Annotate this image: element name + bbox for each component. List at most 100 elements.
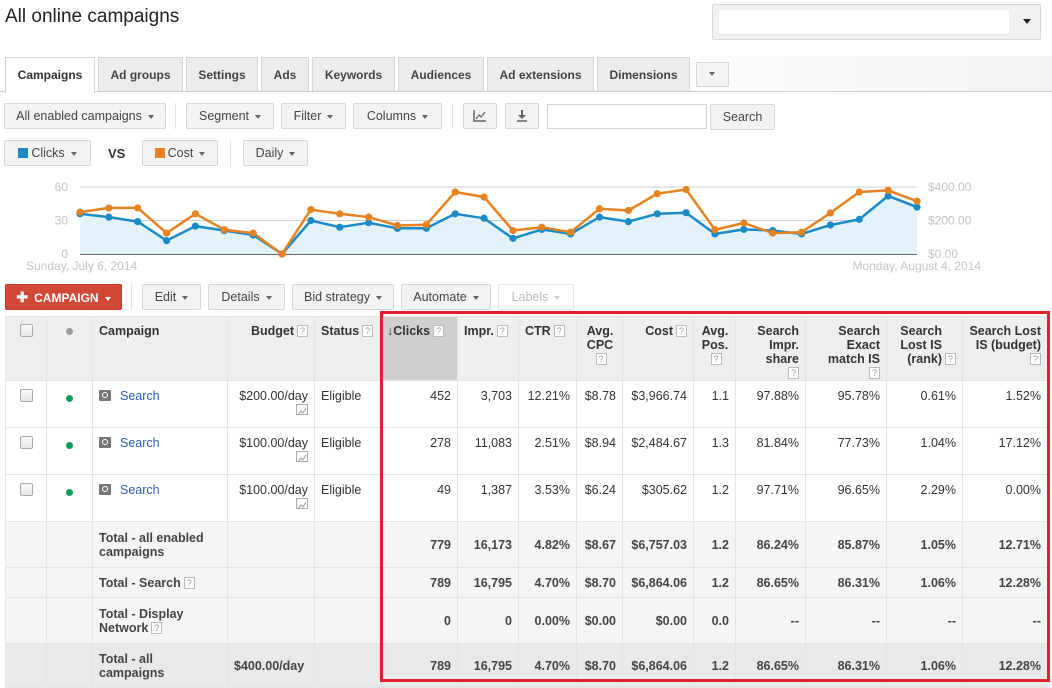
- help-icon[interactable]: ?: [710, 353, 722, 365]
- total-row: Total - Search? 789 16,795 4.70% $8.70 $6,864…: [5, 567, 1048, 598]
- status-dot-header[interactable]: [46, 316, 93, 381]
- column-header-search-impr-share[interactable]: Search Impr. share?: [735, 316, 806, 381]
- help-icon[interactable]: ?: [183, 576, 195, 589]
- edit-dropdown[interactable]: Edit: [142, 284, 201, 310]
- tab-dimensions[interactable]: Dimensions: [597, 57, 690, 91]
- help-icon[interactable]: ?: [496, 325, 508, 337]
- chevron-down-icon: [327, 114, 334, 119]
- column-header-search-lost-is-rank[interactable]: Search Lost IS (rank)?: [886, 316, 963, 381]
- row-status-cell[interactable]: [46, 474, 93, 522]
- campaign-link[interactable]: Search: [120, 436, 160, 450]
- filter-dropdown[interactable]: Filter: [281, 103, 346, 129]
- column-label: Avg. Pos.: [701, 324, 729, 352]
- budget-value[interactable]: $100.00/day: [239, 436, 308, 450]
- empty-cell: [314, 521, 381, 568]
- cpc-cell: $6.24: [576, 474, 623, 522]
- row-select-cell: [5, 380, 47, 428]
- column-header-search-exact-match-is[interactable]: Search Exact match IS?: [805, 316, 887, 381]
- search-input[interactable]: [547, 104, 707, 129]
- empty-cell: [314, 643, 381, 688]
- total-impr-cell: 16,173: [457, 521, 519, 568]
- column-header-campaign[interactable]: Campaign: [92, 316, 228, 381]
- total-label: Total - Display Network: [99, 606, 184, 635]
- help-icon[interactable]: ?: [676, 325, 687, 337]
- details-dropdown[interactable]: Details: [208, 284, 285, 310]
- help-icon[interactable]: ?: [1030, 353, 1041, 365]
- total-lost-rank-cell: 1.06%: [886, 567, 963, 598]
- tab-ad-extensions[interactable]: Ad extensions: [487, 57, 594, 91]
- column-header-clicks[interactable]: ↓Clicks?: [380, 316, 458, 381]
- help-icon[interactable]: ?: [362, 325, 374, 337]
- column-header-impr[interactable]: Impr.?: [457, 316, 519, 381]
- cost-data-point: [567, 228, 575, 236]
- row-checkbox[interactable]: [19, 436, 33, 449]
- column-label: Search Lost IS (budget): [969, 324, 1041, 352]
- column-header-ctr[interactable]: CTR?: [518, 316, 577, 381]
- column-header-cost[interactable]: Cost?: [622, 316, 694, 381]
- budget-value[interactable]: $200.00/day: [239, 389, 308, 403]
- row-checkbox[interactable]: [19, 389, 33, 402]
- row-status-cell[interactable]: [46, 380, 93, 428]
- column-header-budget[interactable]: Budget?: [227, 316, 315, 381]
- help-icon[interactable]: ?: [433, 325, 445, 337]
- tab-settings[interactable]: Settings: [186, 57, 258, 91]
- tab-audiences[interactable]: Audiences: [398, 57, 484, 91]
- campaign-filter-dropdown[interactable]: All enabled campaigns: [4, 103, 166, 129]
- more-tabs-button[interactable]: [696, 62, 729, 87]
- empty-cell: [5, 567, 47, 598]
- budget-trend-icon[interactable]: [296, 404, 308, 416]
- cost-data-point: [191, 210, 200, 218]
- impr-cell: 11,083: [457, 427, 519, 475]
- select-all-checkbox[interactable]: [19, 324, 33, 337]
- search-button[interactable]: Search: [710, 104, 775, 130]
- chevron-down-icon: [147, 114, 154, 119]
- new-campaign-button[interactable]: ✚ CAMPAIGN: [5, 284, 122, 310]
- help-icon[interactable]: ?: [151, 621, 163, 634]
- chevron-down-icon: [709, 72, 715, 76]
- campaign-link[interactable]: Search: [120, 389, 160, 403]
- budget-value[interactable]: $100.00/day: [239, 483, 308, 497]
- budget-trend-icon[interactable]: [296, 451, 308, 463]
- bid-strategy-dropdown[interactable]: Bid strategy: [292, 284, 394, 310]
- segment-dropdown[interactable]: Segment: [186, 103, 274, 129]
- granularity-dropdown[interactable]: Daily: [243, 140, 308, 166]
- column-header-avg-pos[interactable]: Avg. Pos.?: [693, 316, 736, 381]
- download-button[interactable]: [505, 103, 539, 129]
- column-header-search-lost-is-budget[interactable]: Search Lost IS (budget)?: [962, 316, 1048, 381]
- campaign-link[interactable]: Search: [120, 483, 160, 497]
- chevron-down-icon: [265, 295, 272, 300]
- help-icon[interactable]: ?: [788, 367, 799, 379]
- tab-keywords[interactable]: Keywords: [312, 57, 395, 91]
- column-label: Search Lost IS (rank): [900, 324, 942, 366]
- labels-label: Labels: [511, 290, 549, 304]
- row-checkbox[interactable]: [19, 483, 33, 496]
- automate-dropdown[interactable]: Automate: [401, 284, 491, 310]
- cost-data-point: [307, 206, 315, 214]
- total-impr-cell: 0: [457, 597, 519, 644]
- column-label: Campaign: [99, 324, 160, 338]
- column-label: Avg. CPC: [586, 324, 614, 352]
- performance-chart[interactable]: 03060$0.00$200.00$400.00Sunday, July 6, …: [0, 176, 1052, 276]
- details-label: Details: [221, 290, 260, 304]
- help-icon[interactable]: ?: [297, 325, 308, 337]
- metric1-label: Clicks: [31, 146, 65, 160]
- column-header-avg-cpc[interactable]: Avg. CPC?: [576, 316, 623, 381]
- budget-cell: $100.00/day: [227, 427, 315, 475]
- toggle-chart-button[interactable]: [463, 103, 497, 129]
- help-icon[interactable]: ?: [945, 353, 956, 365]
- help-icon[interactable]: ?: [869, 367, 880, 379]
- columns-dropdown[interactable]: Columns: [353, 103, 442, 129]
- clicks-swatch: [18, 148, 29, 158]
- total-ctr-cell: 4.70%: [518, 643, 577, 688]
- metric1-dropdown[interactable]: Clicks: [4, 140, 91, 166]
- column-header-status[interactable]: Status?: [314, 316, 381, 381]
- budget-trend-icon[interactable]: [296, 498, 308, 510]
- tab-campaigns[interactable]: Campaigns: [5, 57, 95, 93]
- tab-ad-groups[interactable]: Ad groups: [98, 57, 183, 91]
- account-selector[interactable]: [712, 4, 1041, 40]
- tab-ads[interactable]: Ads: [261, 57, 309, 91]
- help-icon[interactable]: ?: [595, 353, 607, 365]
- metric2-dropdown[interactable]: Cost: [142, 140, 218, 166]
- row-status-cell[interactable]: [46, 427, 93, 475]
- help-icon[interactable]: ?: [553, 325, 565, 337]
